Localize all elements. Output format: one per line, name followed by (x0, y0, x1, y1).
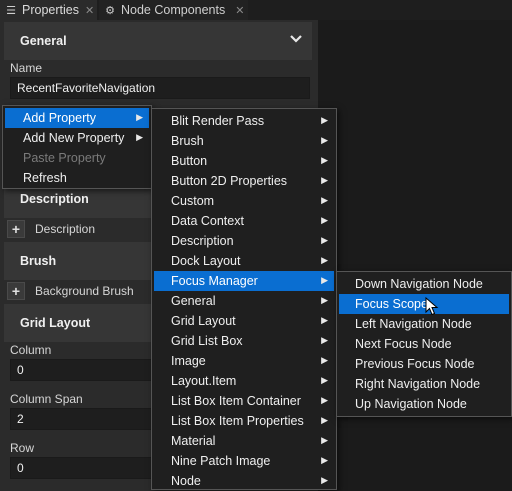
tab-label: Node Components (121, 3, 226, 17)
menu-item-add-property[interactable]: Add Property ▶ (5, 108, 149, 128)
property-menu-item[interactable]: Description ▶ (154, 231, 334, 251)
chevron-right-icon: ▶ (136, 112, 143, 122)
chevron-right-icon: ▶ (321, 255, 328, 265)
close-icon[interactable]: ✕ (85, 4, 94, 17)
chevron-right-icon: ▶ (321, 155, 328, 165)
chevron-right-icon: ▶ (321, 395, 328, 405)
chevron-right-icon: ▶ (321, 315, 328, 325)
property-menu-item[interactable]: Blit Render Pass ▶ (154, 111, 334, 131)
chevron-right-icon: ▶ (136, 132, 143, 142)
property-menu-item[interactable]: General ▶ (154, 291, 334, 311)
focus-menu-item[interactable]: Right Navigation Node (339, 374, 509, 394)
add-button[interactable]: + (7, 220, 25, 238)
chevron-right-icon: ▶ (321, 175, 328, 185)
chevron-right-icon: ▶ (321, 135, 328, 145)
mouse-cursor-icon (425, 297, 439, 316)
chevron-right-icon: ▶ (321, 235, 328, 245)
property-menu-item[interactable]: Brush ▶ (154, 131, 334, 151)
close-icon[interactable]: ✕ (235, 4, 244, 17)
focus-manager-submenu: Down Navigation Node Focus Scope Left Navi… (336, 271, 512, 417)
context-menu: Add Property ▶ Add New Property ▶ Paste … (2, 105, 152, 189)
focus-menu-item[interactable]: Down Navigation Node (339, 274, 509, 294)
column-span-label: Column Span (10, 392, 83, 406)
property-menu-item[interactable]: List Box Item Properties ▶ (154, 411, 334, 431)
component-icon: ⚙ (105, 4, 115, 17)
chevron-down-icon[interactable] (290, 33, 302, 47)
name-label: Name (10, 61, 43, 75)
property-menu-item[interactable]: Layout.Item ▶ (154, 371, 334, 391)
focus-menu-item[interactable]: Focus Scope (339, 294, 509, 314)
property-label: Background Brush (35, 284, 134, 298)
property-menu-item[interactable]: Custom ▶ (154, 191, 334, 211)
tab-properties[interactable]: ☰ Properties ✕ (0, 0, 97, 20)
chevron-right-icon: ▶ (321, 415, 328, 425)
name-field[interactable]: RecentFavoriteNavigation (10, 77, 310, 99)
row-label: Row (10, 441, 35, 455)
menu-item-add-new-property[interactable]: Add New Property ▶ (5, 128, 149, 148)
chevron-right-icon: ▶ (321, 115, 328, 125)
tab-node-components[interactable]: ⚙ Node Components ✕ (99, 0, 248, 20)
property-menu-item[interactable]: Button ▶ (154, 151, 334, 171)
focus-menu-item[interactable]: Previous Focus Node (339, 354, 509, 374)
property-menu-item[interactable]: Grid Layout ▶ (154, 311, 334, 331)
chevron-right-icon: ▶ (321, 355, 328, 365)
menu-item-refresh[interactable]: Refresh (5, 168, 149, 188)
chevron-right-icon: ▶ (321, 435, 328, 445)
chevron-right-icon: ▶ (321, 475, 328, 485)
chevron-right-icon: ▶ (321, 215, 328, 225)
tab-label: Properties (22, 3, 79, 17)
chevron-right-icon: ▶ (321, 375, 328, 385)
property-menu-item[interactable]: Material ▶ (154, 431, 334, 451)
focus-menu-item[interactable]: Left Navigation Node (339, 314, 509, 334)
chevron-right-icon: ▶ (321, 335, 328, 345)
property-menu-item[interactable]: Nine Patch Image ▶ (154, 451, 334, 471)
focus-menu-item[interactable]: Next Focus Node (339, 334, 509, 354)
column-label: Column (10, 343, 52, 357)
list-icon: ☰ (6, 4, 16, 17)
chevron-right-icon: ▶ (321, 455, 328, 465)
tab-bar: ☰ Properties ✕ ⚙ Node Components ✕ (0, 0, 512, 20)
property-menu-item[interactable]: Grid List Box ▶ (154, 331, 334, 351)
section-general[interactable]: General (4, 22, 312, 60)
chevron-right-icon: ▶ (321, 195, 328, 205)
property-menu-item[interactable]: Data Context ▶ (154, 211, 334, 231)
empty-area (318, 20, 512, 491)
property-menu-item[interactable]: Dock Layout ▶ (154, 251, 334, 271)
section-title: Description (20, 192, 89, 206)
property-label: Description (35, 222, 96, 236)
chevron-right-icon: ▶ (321, 295, 328, 305)
section-title: General (20, 34, 67, 48)
add-property-submenu: Blit Render Pass ▶ Brush ▶ Button ▶ Button 2D … (151, 108, 337, 490)
focus-menu-item[interactable]: Up Navigation Node (339, 394, 509, 414)
property-menu-item[interactable]: List Box Item Container ▶ (154, 391, 334, 411)
property-menu-item[interactable]: Focus Manager ▶ (154, 271, 334, 291)
property-menu-item[interactable]: Node ▶ (154, 471, 334, 491)
chevron-right-icon: ▶ (321, 275, 328, 285)
section-title: Grid Layout (20, 316, 91, 330)
menu-item-paste-property: Paste Property (23, 151, 106, 165)
property-menu-item[interactable]: Image ▶ (154, 351, 334, 371)
section-title: Brush (20, 254, 57, 268)
property-menu-item[interactable]: Button 2D Properties ▶ (154, 171, 334, 191)
add-button[interactable]: + (7, 282, 25, 300)
